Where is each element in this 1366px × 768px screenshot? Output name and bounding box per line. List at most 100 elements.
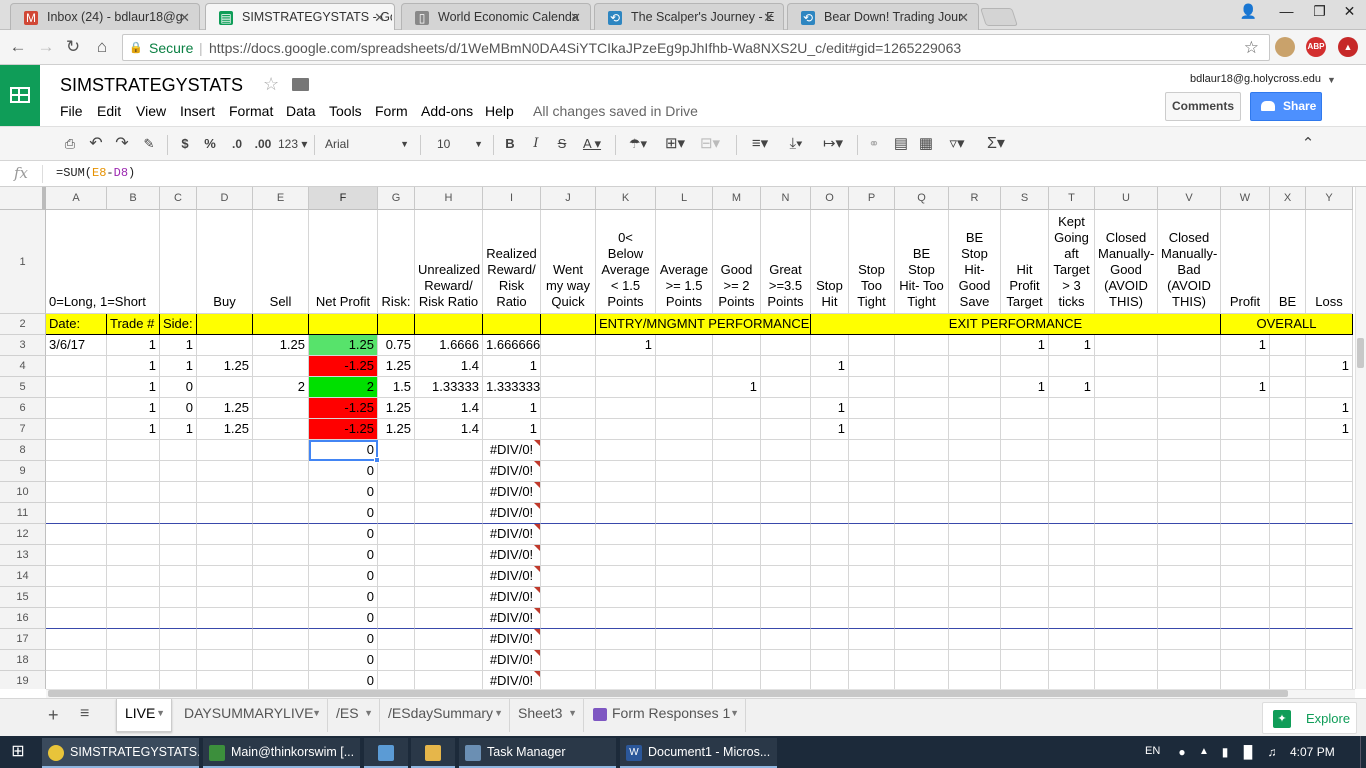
reload-icon[interactable]: ↻: [63, 37, 83, 57]
data-cell[interactable]: [197, 545, 253, 566]
data-cell[interactable]: [378, 587, 415, 608]
data-cell[interactable]: [378, 566, 415, 587]
data-cell[interactable]: [1001, 461, 1049, 482]
column-header-c[interactable]: C: [160, 187, 197, 210]
add-sheet-icon[interactable]: +: [48, 705, 59, 726]
data-cell[interactable]: 1: [596, 335, 656, 356]
header-cell[interactable]: Risk:: [378, 210, 415, 314]
data-cell[interactable]: [849, 440, 895, 461]
vertical-scrollbar[interactable]: [1355, 187, 1366, 689]
data-cell[interactable]: [1270, 545, 1306, 566]
fill-handle[interactable]: [374, 457, 380, 463]
data-cell[interactable]: [949, 356, 1001, 377]
data-cell[interactable]: [761, 482, 811, 503]
data-cell[interactable]: [761, 398, 811, 419]
data-cell[interactable]: [1270, 608, 1306, 629]
row-header-7[interactable]: 7: [0, 419, 46, 440]
data-cell[interactable]: [415, 524, 483, 545]
data-cell[interactable]: [849, 524, 895, 545]
data-cell[interactable]: 1: [483, 398, 541, 419]
data-cell[interactable]: [253, 671, 309, 689]
header-cell[interactable]: Closed Manually-Good (AVOID THIS): [1095, 210, 1158, 314]
data-cell[interactable]: [415, 566, 483, 587]
data-cell[interactable]: [849, 503, 895, 524]
section-date-cell[interactable]: Date:: [46, 314, 107, 335]
data-cell[interactable]: [895, 650, 949, 671]
data-cell[interactable]: 1: [160, 356, 197, 377]
data-cell[interactable]: [197, 671, 253, 689]
data-cell[interactable]: [197, 629, 253, 650]
section-empty-cell[interactable]: [483, 314, 541, 335]
functions-button[interactable]: Σ▾: [981, 135, 1011, 153]
data-cell[interactable]: #DIV/0!: [483, 440, 541, 461]
data-cell[interactable]: [253, 482, 309, 503]
data-cell[interactable]: [713, 629, 761, 650]
undo-icon[interactable]: ↶: [87, 135, 105, 153]
save-status[interactable]: All changes saved in Drive: [533, 103, 698, 119]
data-cell[interactable]: [46, 461, 107, 482]
column-header-x[interactable]: X: [1270, 187, 1306, 210]
row-header-11[interactable]: 11: [0, 503, 46, 524]
data-cell[interactable]: [761, 524, 811, 545]
data-cell[interactable]: [541, 503, 596, 524]
data-cell[interactable]: [1049, 398, 1095, 419]
tab-close-icon[interactable]: ✕: [763, 10, 774, 26]
data-cell[interactable]: [713, 398, 761, 419]
column-header-e[interactable]: E: [253, 187, 309, 210]
data-cell[interactable]: -1.25: [309, 398, 378, 419]
account-email[interactable]: bdlaur18@g.holycross.edu: [1190, 73, 1321, 85]
data-cell[interactable]: [713, 419, 761, 440]
data-cell[interactable]: [761, 335, 811, 356]
data-cell[interactable]: [656, 356, 713, 377]
insert-chart-icon[interactable]: ▦: [916, 135, 936, 153]
horizontal-align-icon[interactable]: ≡▾: [745, 135, 775, 153]
data-cell[interactable]: -1.25: [309, 419, 378, 440]
sheet-tab-live[interactable]: LIVE ▼: [116, 699, 172, 732]
column-header-k[interactable]: K: [596, 187, 656, 210]
data-cell[interactable]: [253, 566, 309, 587]
data-cell[interactable]: [713, 587, 761, 608]
column-header-s[interactable]: S: [1001, 187, 1049, 210]
data-cell[interactable]: [160, 629, 197, 650]
star-icon[interactable]: ☆: [263, 74, 279, 95]
bold-button[interactable]: B: [503, 135, 517, 153]
row-header-15[interactable]: 15: [0, 587, 46, 608]
data-cell[interactable]: 1: [107, 419, 160, 440]
data-cell[interactable]: [596, 440, 656, 461]
browser-tab[interactable]: M Inbox (24) - bdlaur18@g ✕: [10, 3, 200, 30]
data-cell[interactable]: 1.25: [253, 335, 309, 356]
data-cell[interactable]: [761, 587, 811, 608]
comments-button[interactable]: Comments: [1165, 92, 1241, 121]
percent-button[interactable]: %: [203, 135, 217, 153]
data-cell[interactable]: [1095, 461, 1158, 482]
row-header-14[interactable]: 14: [0, 566, 46, 587]
data-cell[interactable]: [761, 356, 811, 377]
data-cell[interactable]: [656, 377, 713, 398]
data-cell[interactable]: [713, 440, 761, 461]
data-cell[interactable]: [1221, 440, 1270, 461]
data-cell[interactable]: [415, 629, 483, 650]
explore-button[interactable]: ✦ Explore: [1262, 702, 1357, 734]
borders-icon[interactable]: ⊞▾: [661, 135, 689, 153]
data-cell[interactable]: [1306, 650, 1353, 671]
header-cell[interactable]: Kept Going aft Target > 3 ticks: [1049, 210, 1095, 314]
data-cell[interactable]: [1095, 608, 1158, 629]
data-cell[interactable]: [1095, 545, 1158, 566]
font-family-select[interactable]: Arial ▼: [325, 135, 409, 153]
font-size-select[interactable]: 10 ▼: [437, 135, 483, 153]
data-cell[interactable]: [895, 440, 949, 461]
data-cell[interactable]: [895, 419, 949, 440]
data-cell[interactable]: 1: [811, 356, 849, 377]
data-cell[interactable]: 0.75: [378, 335, 415, 356]
account-caret-icon[interactable]: ▼: [1327, 75, 1336, 85]
data-cell[interactable]: [596, 566, 656, 587]
column-header-g[interactable]: G: [378, 187, 415, 210]
data-cell[interactable]: 0: [160, 377, 197, 398]
row-header-13[interactable]: 13: [0, 545, 46, 566]
battery-icon[interactable]: ▮: [1215, 742, 1235, 762]
data-cell[interactable]: 1: [713, 377, 761, 398]
data-cell[interactable]: [1158, 629, 1221, 650]
data-cell[interactable]: 1: [160, 335, 197, 356]
data-cell[interactable]: [1158, 671, 1221, 689]
column-header-v[interactable]: V: [1158, 187, 1221, 210]
